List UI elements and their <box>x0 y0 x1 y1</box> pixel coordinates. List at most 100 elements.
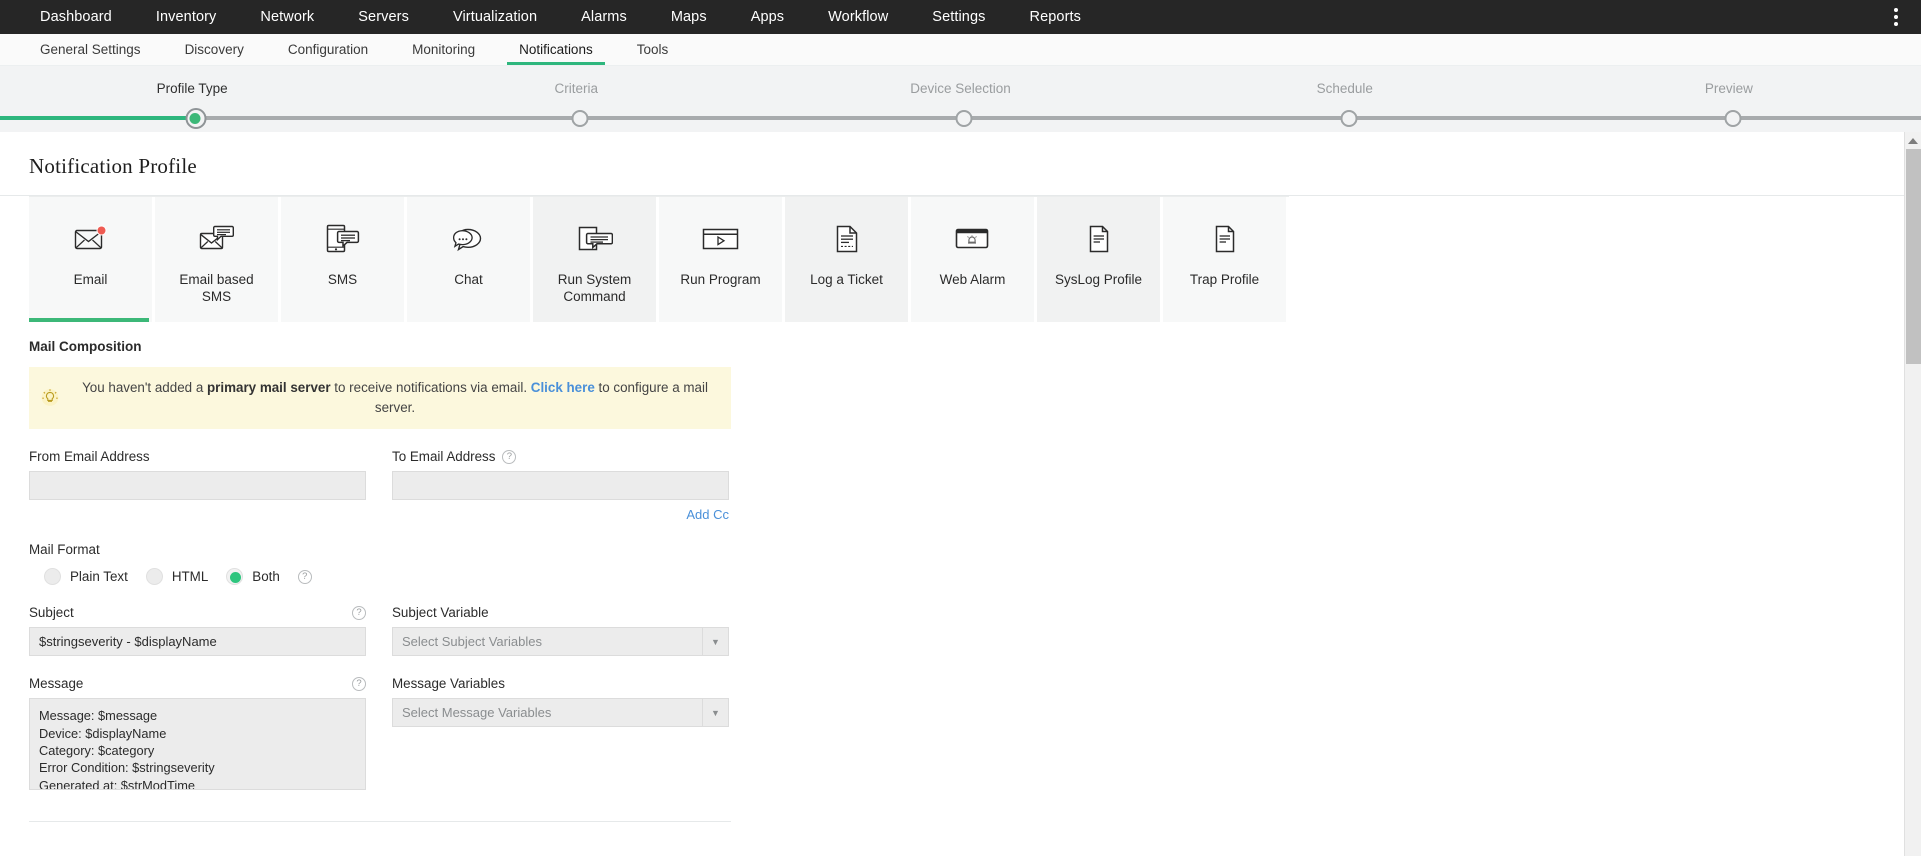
to-email-label-wrap: To Email Address ? <box>392 449 729 464</box>
kebab-menu-icon[interactable] <box>1883 0 1909 34</box>
message-label: Message <box>29 676 84 692</box>
subject-help-icon[interactable]: ? <box>352 605 366 620</box>
step-label: Schedule <box>1316 81 1373 96</box>
scroll-up-button[interactable] <box>1905 132 1921 149</box>
step-preview[interactable]: Preview <box>1537 81 1921 96</box>
radio-option-plain-text[interactable]: Plain Text <box>44 568 128 586</box>
profile-type-tile-email[interactable]: Email <box>29 197 155 322</box>
subject-variable-label: Subject Variable <box>392 605 489 621</box>
wizard-stepper: Profile Type Criteria Device Selection S… <box>0 66 1921 132</box>
kebab-dot <box>1894 15 1898 19</box>
step-profile-type[interactable]: Profile Type <box>0 81 384 96</box>
message-textarea[interactable]: Message: $message Device: $displayName C… <box>29 698 366 791</box>
step-criteria[interactable]: Criteria <box>384 81 768 96</box>
radio-option-both[interactable]: Both <box>226 568 280 586</box>
step-dot-profile-type[interactable] <box>185 108 207 129</box>
profile-type-tile-run-program[interactable]: Run Program <box>659 197 785 322</box>
from-email-input[interactable] <box>29 471 366 501</box>
radio-label-plain-text: Plain Text <box>70 569 128 585</box>
profile-type-tile-list: Email Email based SMS SMS Chat Run Syste… <box>29 196 1289 322</box>
subject-row: Subject ? Subject Variable Select Subjec… <box>29 605 789 657</box>
vertical-scrollbar[interactable] <box>1904 132 1921 856</box>
warning-text-part2: to receive notifications via email. <box>330 380 531 395</box>
step-label: Criteria <box>554 81 599 96</box>
nav-item-servers[interactable]: Servers <box>336 0 431 34</box>
subject-variable-select[interactable]: Select Subject Variables ▼ <box>392 627 729 657</box>
nav-item-apps[interactable]: Apps <box>729 0 806 34</box>
nav-item-network[interactable]: Network <box>238 0 336 34</box>
nav-item-inventory[interactable]: Inventory <box>134 0 239 34</box>
profile-type-tile-syslog-profile[interactable]: SysLog Profile <box>1037 197 1163 322</box>
warning-text-part1: You haven't added a <box>82 380 207 395</box>
profile-type-tile-run-system-command[interactable]: Run System Command <box>533 197 659 322</box>
email-address-row: From Email Address To Email Address ? Ad… <box>29 449 789 522</box>
radio-option-html[interactable]: HTML <box>145 568 208 586</box>
profile-type-tile-email-based-sms[interactable]: Email based SMS <box>155 197 281 322</box>
to-email-group: To Email Address ? Add Cc <box>392 449 729 522</box>
warning-text: You haven't added a primary mail server … <box>73 378 717 418</box>
profile-type-tile-log-a-ticket[interactable]: Log a Ticket <box>785 197 911 322</box>
subnav-item-tools[interactable]: Tools <box>615 34 691 65</box>
profile-type-label: Email based SMS <box>179 272 254 304</box>
subnav-item-notifications[interactable]: Notifications <box>497 34 615 65</box>
subnav-item-discovery[interactable]: Discovery <box>163 34 266 65</box>
subnav-item-monitoring[interactable]: Monitoring <box>390 34 497 65</box>
radio-circle-both[interactable] <box>226 568 244 586</box>
from-email-label-wrap: From Email Address <box>29 449 366 464</box>
document-page-icon <box>1212 218 1238 260</box>
nav-item-workflow[interactable]: Workflow <box>806 0 910 34</box>
to-email-help-icon[interactable]: ? <box>502 449 517 464</box>
nav-item-maps[interactable]: Maps <box>649 0 729 34</box>
profile-type-tile-chat[interactable]: Chat <box>407 197 533 322</box>
profile-type-tile-web-alarm[interactable]: Web Alarm <box>911 197 1037 322</box>
subject-variable-label-wrap: Subject Variable <box>392 605 729 620</box>
profile-type-tile-trap-profile[interactable]: Trap Profile <box>1163 197 1289 322</box>
step-dot-preview[interactable] <box>1724 110 1742 127</box>
subnav-item-general-settings[interactable]: General Settings <box>18 34 163 65</box>
form-bottom-divider <box>29 821 731 823</box>
add-cc-link[interactable]: Add Cc <box>392 507 729 522</box>
radio-circle-plain-text[interactable] <box>44 568 61 586</box>
radio-circle-html[interactable] <box>145 568 163 586</box>
stepper-track-progress <box>0 116 196 120</box>
to-email-input[interactable] <box>392 471 729 501</box>
click-here-link[interactable]: Click here <box>531 380 595 395</box>
top-navigation-bar: Dashboard Inventory Network Servers Virt… <box>0 0 1921 34</box>
step-dot-device-selection[interactable] <box>955 110 973 127</box>
nav-item-virtualization[interactable]: Virtualization <box>431 0 559 34</box>
message-variables-select[interactable]: Select Message Variables ▼ <box>392 698 729 728</box>
document-page-icon <box>1086 218 1112 260</box>
subject-input[interactable] <box>29 627 366 657</box>
mail-composition-title: Mail Composition <box>29 339 142 354</box>
profile-type-label: SMS <box>327 272 358 287</box>
message-group: Message ? Message: $message Device: $dis… <box>29 676 366 795</box>
command-window-icon <box>577 218 613 260</box>
phone-message-icon <box>325 218 361 260</box>
chevron-down-icon[interactable]: ▼ <box>702 699 728 727</box>
profile-type-tile-sms[interactable]: SMS <box>281 197 407 322</box>
step-dot-criteria[interactable] <box>571 110 589 127</box>
step-dot-schedule[interactable] <box>1340 110 1358 127</box>
main-content: Notification Profile Email Email based S… <box>0 132 1921 856</box>
document-lines-icon <box>834 218 860 260</box>
message-help-icon[interactable]: ? <box>352 676 366 691</box>
mail-composition-form: Mail Composition You haven't added a pri… <box>29 322 789 795</box>
profile-type-label: Chat <box>454 272 483 287</box>
chat-bubbles-icon <box>452 218 485 260</box>
subnav-item-configuration[interactable]: Configuration <box>266 34 390 65</box>
nav-item-reports[interactable]: Reports <box>1008 0 1103 34</box>
mail-server-warning-banner: You haven't added a primary mail server … <box>29 367 731 430</box>
subject-variable-group: Subject Variable Select Subject Variable… <box>392 605 729 657</box>
program-play-icon <box>702 218 740 260</box>
step-device-selection[interactable]: Device Selection <box>768 81 1152 96</box>
chevron-down-icon[interactable]: ▼ <box>702 628 728 656</box>
step-schedule[interactable]: Schedule <box>1153 81 1537 96</box>
nav-item-alarms[interactable]: Alarms <box>559 0 649 34</box>
scrollbar-thumb[interactable] <box>1906 149 1921 364</box>
nav-item-dashboard[interactable]: Dashboard <box>18 0 134 34</box>
mail-format-help-icon[interactable]: ? <box>297 569 312 584</box>
mail-format-label-wrap: Mail Format <box>29 542 789 557</box>
nav-item-settings[interactable]: Settings <box>910 0 1007 34</box>
subject-group: Subject ? <box>29 605 366 657</box>
profile-type-label: Web Alarm <box>939 272 1006 287</box>
